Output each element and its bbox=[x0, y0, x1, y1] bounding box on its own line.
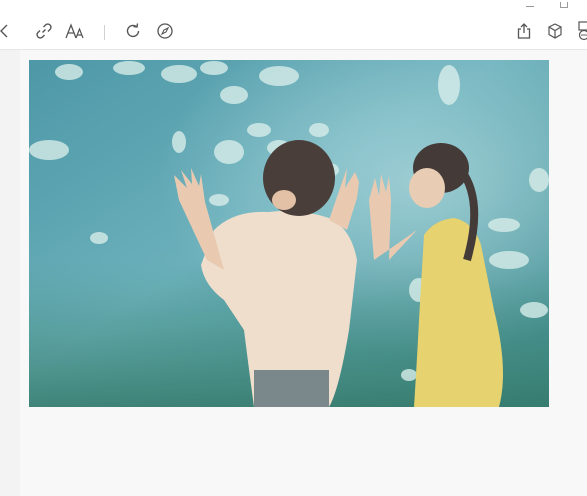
link-button[interactable] bbox=[33, 20, 55, 42]
more-button[interactable] bbox=[572, 20, 587, 42]
link-icon bbox=[36, 23, 52, 39]
back-button[interactable] bbox=[0, 20, 16, 42]
viewer-toolbar bbox=[0, 12, 587, 50]
text-size-button[interactable] bbox=[64, 20, 86, 42]
cube-icon bbox=[548, 23, 562, 39]
photo-illustration bbox=[29, 60, 549, 407]
sidebar-strip bbox=[0, 50, 20, 496]
window-titlebar bbox=[0, 0, 587, 12]
toolbar-separator bbox=[104, 25, 105, 40]
chevron-left-icon bbox=[0, 24, 8, 38]
share-button[interactable] bbox=[513, 20, 535, 42]
more-icon bbox=[578, 21, 587, 41]
rotate-icon bbox=[126, 23, 140, 38]
compass-button[interactable] bbox=[154, 20, 176, 42]
aquarium-photo bbox=[29, 60, 549, 407]
compass-icon bbox=[157, 23, 173, 39]
3d-view-button[interactable] bbox=[544, 20, 566, 42]
minimize-icon[interactable] bbox=[524, 0, 536, 10]
text-size-icon bbox=[65, 23, 84, 39]
maximize-icon[interactable] bbox=[558, 0, 570, 10]
share-icon bbox=[517, 23, 531, 39]
rotate-button[interactable] bbox=[122, 20, 144, 42]
